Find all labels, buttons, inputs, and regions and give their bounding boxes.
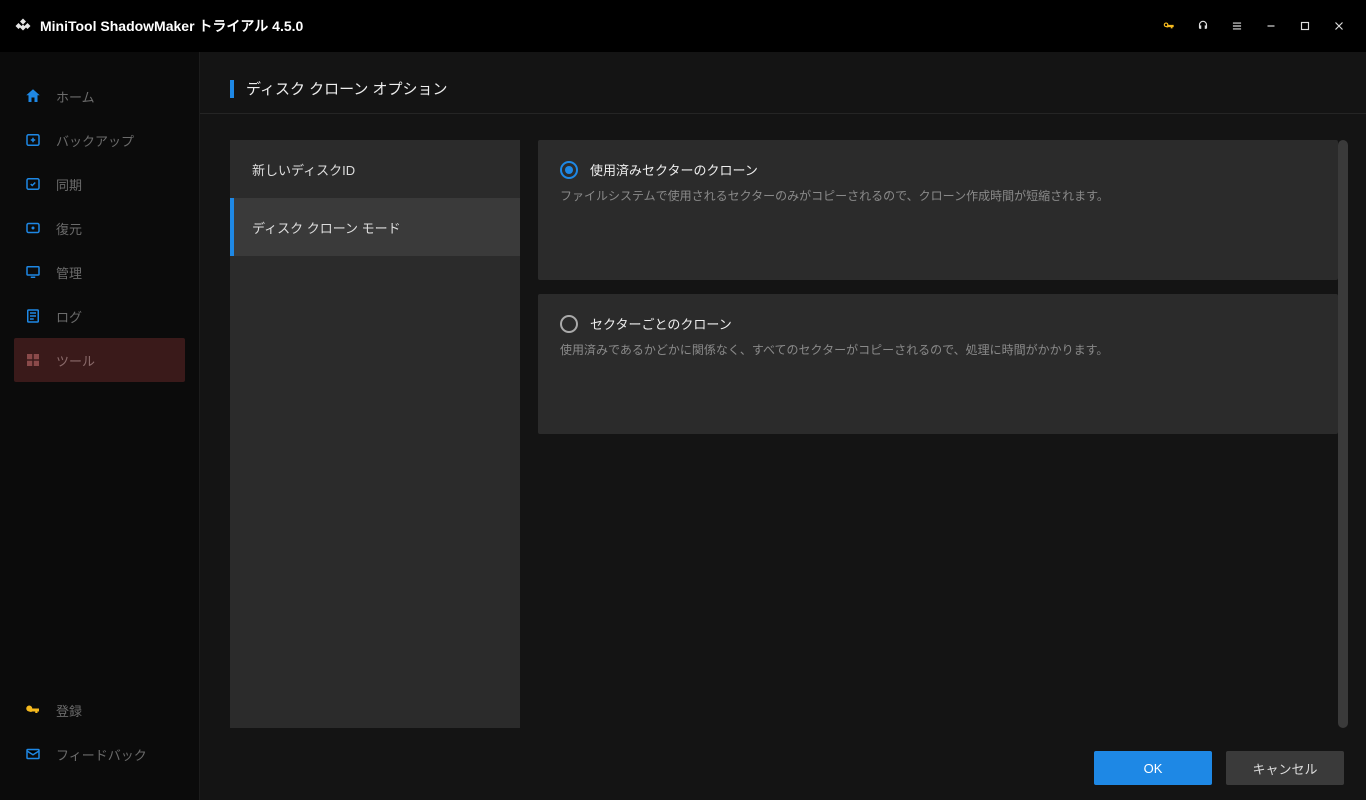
sidebar-item-label: 同期 (56, 175, 82, 194)
sidebar-item-label: 登録 (56, 701, 82, 720)
sidebar-item-label: 復元 (56, 219, 82, 238)
sidebar-item-label: フィードバック (56, 745, 147, 764)
log-icon (24, 307, 42, 325)
button-label: キャンセル (1252, 759, 1317, 778)
scrollbar[interactable] (1338, 140, 1348, 728)
sidebar-item-log[interactable]: ログ (14, 294, 185, 338)
manage-icon (24, 263, 42, 281)
options-column: 使用済みセクターのクローン ファイルシステムで使用されるセクターのみがコピーされ… (538, 140, 1348, 728)
footer: OK キャンセル (200, 736, 1366, 800)
restore-icon (24, 219, 42, 237)
sidebar-item-label: バックアップ (56, 131, 134, 150)
sidebar-item-label: ツール (56, 351, 95, 370)
sidebar-item-label: ホーム (56, 87, 95, 106)
logo-icon (14, 17, 32, 35)
sidebar-item-backup[interactable]: バックアップ (14, 118, 185, 162)
sidebar-item-label: 管理 (56, 263, 82, 282)
option-title: セクターごとのクローン (590, 314, 732, 333)
sidebar-item-feedback[interactable]: フィードバック (14, 732, 185, 776)
content-header: ディスク クローン オプション (200, 52, 1366, 114)
sidebar-item-manage[interactable]: 管理 (14, 250, 185, 294)
option-desc: ファイルシステムで使用されるセクターのみがコピーされるので、クローン作成時間が短… (560, 187, 1316, 205)
backup-icon (24, 131, 42, 149)
subtab-new-disk-id[interactable]: 新しいディスクID (230, 140, 520, 198)
button-label: OK (1144, 761, 1163, 776)
key-small-icon (24, 701, 42, 719)
subtab-clone-mode[interactable]: ディスク クローン モード (230, 198, 520, 256)
tools-icon (24, 351, 42, 369)
page-title: ディスク クローン オプション (246, 78, 448, 99)
option-title: 使用済みセクターのクローン (590, 160, 758, 179)
home-icon (24, 87, 42, 105)
sidebar-item-restore[interactable]: 復元 (14, 206, 185, 250)
scrollbar-thumb[interactable] (1338, 140, 1348, 728)
cancel-button[interactable]: キャンセル (1226, 751, 1344, 785)
header-accent-bar (230, 80, 234, 98)
sidebar-item-register[interactable]: 登録 (14, 688, 185, 732)
subtab-label: ディスク クローン モード (252, 218, 401, 237)
sidebar: ホーム バックアップ 同期 復元 管理 ログ (0, 52, 200, 800)
titlebar: MiniTool ShadowMaker トライアル 4.5.0 (0, 0, 1366, 52)
sidebar-item-home[interactable]: ホーム (14, 74, 185, 118)
sidebar-item-sync[interactable]: 同期 (14, 162, 185, 206)
option-sector-by-sector-clone[interactable]: セクターごとのクローン 使用済みであるかどかに関係なく、すべてのセクターがコピー… (538, 294, 1338, 434)
subtab-label: 新しいディスクID (252, 160, 355, 179)
radio-icon[interactable] (560, 161, 578, 179)
sync-icon (24, 175, 42, 193)
app-logo: MiniTool ShadowMaker トライアル 4.5.0 (14, 16, 303, 36)
maximize-icon[interactable] (1288, 9, 1322, 43)
ok-button[interactable]: OK (1094, 751, 1212, 785)
key-icon[interactable] (1152, 9, 1186, 43)
app-title: MiniTool ShadowMaker トライアル 4.5.0 (40, 16, 303, 36)
content: ディスク クローン オプション 新しいディスクID ディスク クローン モード … (200, 52, 1366, 800)
option-desc: 使用済みであるかどかに関係なく、すべてのセクターがコピーされるので、処理に時間が… (560, 341, 1316, 359)
sidebar-item-tools[interactable]: ツール (14, 338, 185, 382)
sidebar-item-label: ログ (56, 307, 82, 326)
radio-icon[interactable] (560, 315, 578, 333)
sub-tabs: 新しいディスクID ディスク クローン モード (230, 140, 520, 728)
close-icon[interactable] (1322, 9, 1356, 43)
menu-icon[interactable] (1220, 9, 1254, 43)
minimize-icon[interactable] (1254, 9, 1288, 43)
headset-icon[interactable] (1186, 9, 1220, 43)
mail-icon (24, 745, 42, 763)
option-used-sector-clone[interactable]: 使用済みセクターのクローン ファイルシステムで使用されるセクターのみがコピーされ… (538, 140, 1338, 280)
